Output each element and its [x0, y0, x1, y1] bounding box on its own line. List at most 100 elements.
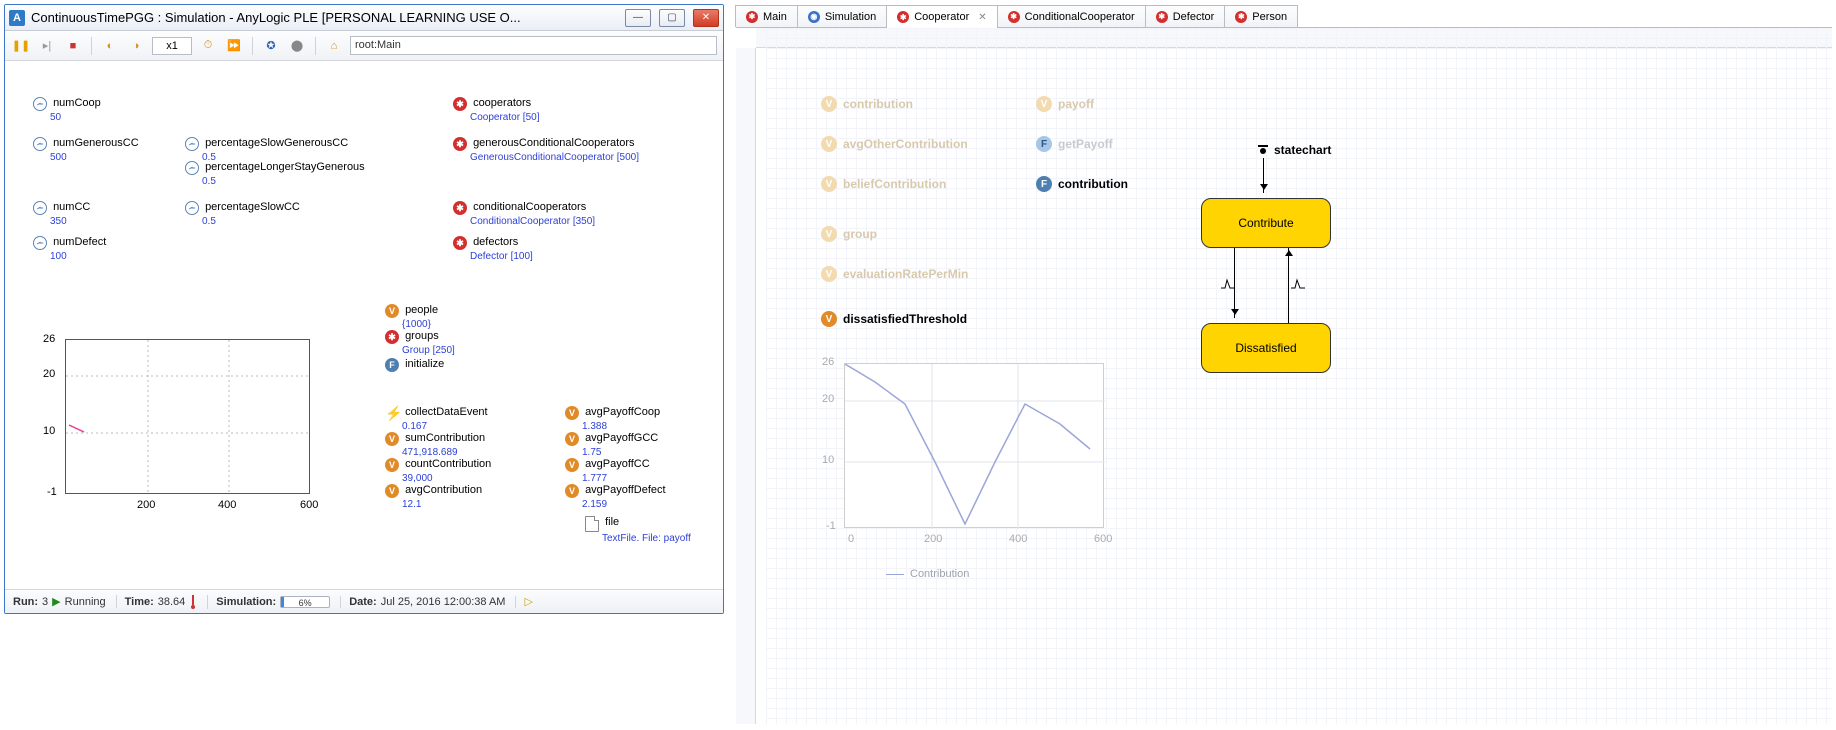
status-time: Time: 38.64 [125, 595, 209, 609]
param-value: 350 [50, 216, 67, 227]
agent-cooperators[interactable]: ✱ cooperators Cooperator [50] [453, 97, 540, 124]
titlebar[interactable]: A ContinuousTimePGG : Simulation - AnyLo… [5, 5, 723, 31]
speed-display[interactable]: x1 [152, 37, 192, 55]
agent-icon: ✱ [453, 97, 467, 111]
file-output[interactable]: file TextFile. File: payoff [585, 516, 691, 545]
fn-initialize[interactable]: F initialize [385, 358, 444, 372]
tab-defector[interactable]: ✱Defector [1145, 5, 1226, 27]
transition-trigger-icon[interactable] [1221, 278, 1235, 290]
param-percentageLongerStayGenerous[interactable]: percentageLongerStayGenerous 0.5 [185, 161, 365, 188]
var-avgPayoffCoop[interactable]: V avgPayoffCoop 1.388 [565, 406, 660, 433]
editor-canvas[interactable]: Vcontribution Vpayoff VavgOtherContribut… [736, 28, 1832, 724]
state-contribute[interactable]: Contribute [1201, 198, 1331, 248]
simulation-window: A ContinuousTimePGG : Simulation - AnyLo… [4, 4, 724, 614]
inherited-group[interactable]: Vgroup [821, 226, 877, 242]
tab-simulation[interactable]: ◉Simulation [797, 5, 887, 27]
inherited-avgOtherContribution[interactable]: VavgOtherContribution [821, 136, 968, 152]
variable-icon: V [565, 458, 579, 472]
var-people[interactable]: V people {1000} [385, 304, 438, 331]
param-numDefect[interactable]: numDefect 100 [33, 236, 106, 263]
agent-defectors[interactable]: ✱ defectors Defector [100] [453, 236, 533, 263]
tab-main[interactable]: ✱Main [735, 5, 798, 27]
var-label: sumContribution [405, 432, 485, 444]
date-value: Jul 25, 2016 12:00:38 AM [381, 596, 506, 608]
bolt-icon: ⚡ [385, 406, 399, 420]
close-tab-icon[interactable]: ✕ [978, 12, 986, 23]
inherited-payoff[interactable]: Vpayoff [1036, 96, 1094, 112]
param-percentageSlowGenerousCC[interactable]: percentageSlowGenerousCC 0.5 [185, 137, 348, 164]
variable-icon: V [565, 484, 579, 498]
fn-contribution[interactable]: Fcontribution [1036, 176, 1128, 192]
agent-label: cooperators [473, 97, 531, 109]
item-label: dissatisfiedThreshold [843, 312, 967, 326]
agent-label: defectors [473, 236, 518, 248]
variable-icon: V [385, 484, 399, 498]
run-number: 3 [42, 596, 48, 608]
tab-person[interactable]: ✱Person [1224, 5, 1298, 27]
speed-up-button[interactable]: ◑ [126, 36, 146, 56]
inherited-evaluationRatePerMin[interactable]: VevaluationRatePerMin [821, 266, 968, 282]
var-value: 471,918.689 [402, 447, 458, 458]
variable-icon: V [385, 432, 399, 446]
variable-icon: V [821, 176, 837, 192]
chart-legend: Contribution [886, 568, 969, 580]
speed-down-button[interactable]: ◐ [100, 36, 120, 56]
clock-icon [33, 201, 47, 215]
agent-generousCC[interactable]: ✱ generousConditionalCooperators Generou… [453, 137, 639, 164]
clock-icon [33, 137, 47, 151]
var-groups[interactable]: ✱ groups Group [250] [385, 330, 455, 357]
minimize-button[interactable]: — [625, 9, 651, 27]
step-button[interactable]: ▸| [37, 36, 57, 56]
param-numCoop[interactable]: numCoop 50 [33, 97, 101, 124]
var-countContribution[interactable]: V countContribution 39,000 [385, 458, 491, 485]
stop-button[interactable]: ■ [63, 36, 83, 56]
agent-conditionalCooperators[interactable]: ✱ conditionalCooperators ConditionalCoop… [453, 201, 595, 228]
transition-trigger-icon[interactable] [1291, 278, 1305, 290]
statechart-entry[interactable]: statechart [1256, 143, 1331, 157]
editor-line-chart[interactable] [844, 363, 1104, 528]
sim-canvas[interactable]: numCoop 50 numGenerousCC 500 percentageS… [5, 61, 723, 589]
tab-label: ConditionalCooperator [1025, 11, 1135, 23]
param-numCC[interactable]: numCC 350 [33, 201, 90, 228]
root-path-text: root:Main [355, 37, 401, 54]
item-label: getPayoff [1058, 137, 1113, 151]
home-icon[interactable]: ⌂ [324, 36, 344, 56]
nav-button-1[interactable]: ✪ [261, 36, 281, 56]
state-dissatisfied[interactable]: Dissatisfied [1201, 323, 1331, 373]
inherited-beliefContribution[interactable]: VbeliefContribution [821, 176, 946, 192]
tab-conditionalcooperator[interactable]: ✱ConditionalCooperator [997, 5, 1146, 27]
state-label: Dissatisfied [1235, 341, 1296, 355]
param-percentageSlowCC[interactable]: percentageSlowCC 0.5 [185, 201, 300, 228]
var-value: 2.159 [582, 499, 607, 510]
sim-line-chart[interactable] [65, 339, 310, 494]
close-button[interactable]: ✕ [693, 9, 719, 27]
transition-arrow[interactable] [1288, 248, 1289, 324]
param-numGenerousCC[interactable]: numGenerousCC 500 [33, 137, 139, 164]
y-tick: 26 [822, 356, 834, 368]
var-avgContribution[interactable]: V avgContribution 12.1 [385, 484, 482, 511]
var-label: avgPayoffDefect [585, 484, 666, 496]
variable-icon: V [821, 311, 837, 327]
realtime-button[interactable]: ⏱ [198, 36, 218, 56]
var-avgPayoffCC[interactable]: V avgPayoffCC 1.777 [565, 458, 650, 485]
root-path-input[interactable]: root:Main [350, 36, 717, 55]
event-collectDataEvent[interactable]: ⚡ collectDataEvent 0.167 [385, 406, 488, 433]
var-sumContribution[interactable]: V sumContribution 471,918.689 [385, 432, 485, 459]
play-small-icon[interactable]: ▷ [524, 595, 532, 608]
inherited-getPayoff[interactable]: FgetPayoff [1036, 136, 1113, 152]
variable-icon: V [385, 304, 399, 318]
virtual-time-button[interactable]: ⏩ [224, 36, 244, 56]
nav-button-2[interactable]: ⬤ [287, 36, 307, 56]
var-dissatisfiedThreshold[interactable]: VdissatisfiedThreshold [821, 311, 967, 327]
status-text: Running [65, 596, 106, 608]
var-avgPayoffDefect[interactable]: V avgPayoffDefect 2.159 [565, 484, 666, 511]
transition-arrow[interactable] [1263, 158, 1264, 193]
var-avgPayoffGCC[interactable]: V avgPayoffGCC 1.75 [565, 432, 658, 459]
maximize-button[interactable]: ▢ [659, 9, 685, 27]
variable-icon: V [821, 96, 837, 112]
pause-button[interactable]: ❚❚ [11, 36, 31, 56]
tab-cooperator[interactable]: ✱Cooperator✕ [886, 5, 997, 28]
play-icon: ▶ [52, 595, 60, 608]
var-label: groups [405, 330, 439, 342]
inherited-contribution[interactable]: Vcontribution [821, 96, 913, 112]
